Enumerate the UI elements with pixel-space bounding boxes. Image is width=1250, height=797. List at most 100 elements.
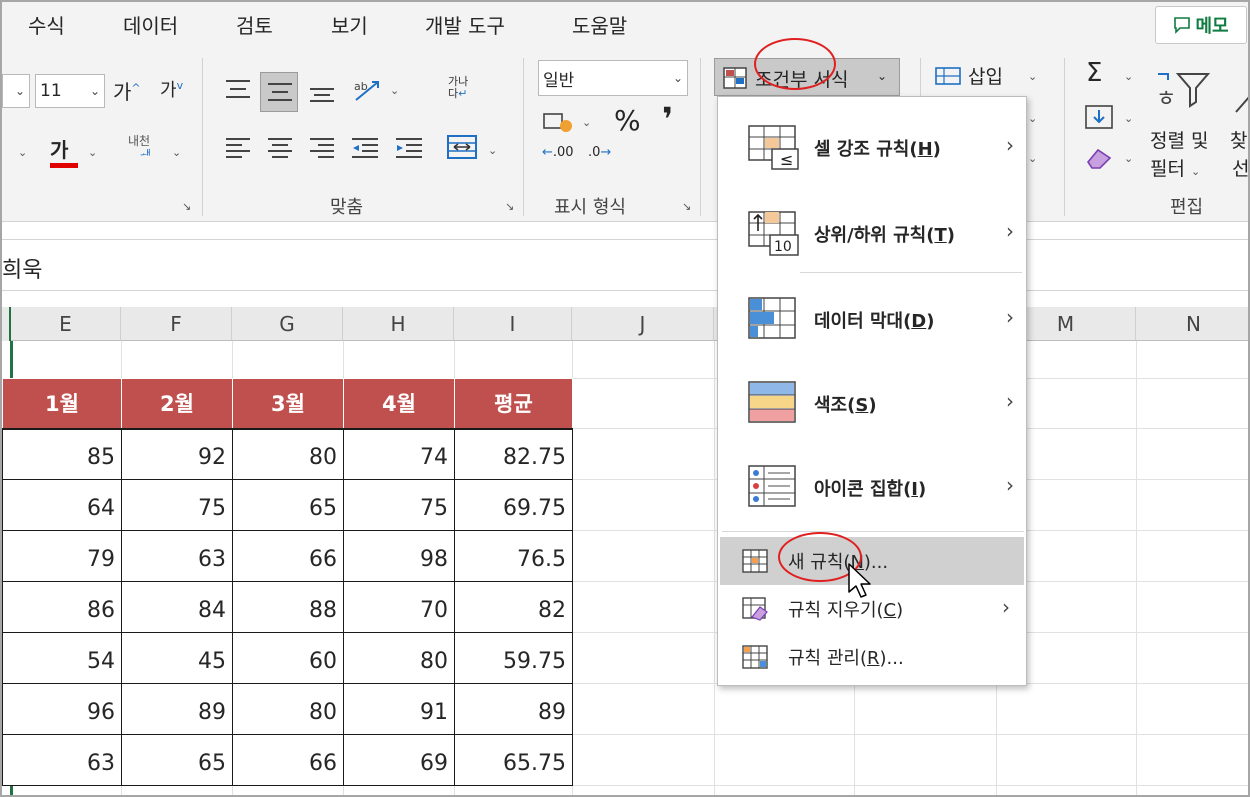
column-header-d-edge[interactable] <box>2 307 11 341</box>
column-header-g[interactable]: G <box>232 307 343 341</box>
table-cell[interactable]: 75 <box>121 479 233 531</box>
table-cell[interactable]: 45 <box>121 632 233 684</box>
chevron-down-icon[interactable]: ⌄ <box>172 146 181 159</box>
table-cell[interactable]: 54 <box>2 632 122 684</box>
shrink-font-button[interactable]: 가v <box>160 76 183 102</box>
formula-bar[interactable]: 희욱 <box>2 239 1248 291</box>
table-cell[interactable]: 69 <box>343 734 455 786</box>
chevron-down-icon[interactable]: ⌄ <box>1028 112 1037 125</box>
table-header-cell[interactable]: 평균 <box>454 378 573 430</box>
table-cell[interactable]: 63 <box>121 530 233 582</box>
table-cell[interactable]: 89 <box>454 683 573 735</box>
align-bottom-icon[interactable] <box>308 82 336 104</box>
align-top-icon[interactable] <box>224 78 252 100</box>
table-cell[interactable]: 98 <box>343 530 455 582</box>
font-color-button[interactable]: 가 <box>50 134 78 168</box>
chevron-down-icon[interactable]: ⌄ <box>390 84 399 97</box>
table-cell[interactable]: 91 <box>343 683 455 735</box>
table-cell[interactable]: 80 <box>232 428 344 480</box>
table-cell[interactable]: 85 <box>2 428 122 480</box>
table-cell[interactable]: 63 <box>2 734 122 786</box>
table-cell[interactable]: 75 <box>343 479 455 531</box>
grow-font-button[interactable]: 가^ <box>113 76 141 105</box>
align-left-icon[interactable] <box>224 136 252 160</box>
font-size-dropdown[interactable]: 11 ⌄ <box>35 74 105 108</box>
align-right-icon[interactable] <box>308 136 336 160</box>
fill-icon[interactable] <box>1084 104 1114 130</box>
font-name-dropdown[interactable]: ⌄ <box>2 74 30 108</box>
table-cell[interactable]: 59.75 <box>454 632 573 684</box>
tab-view[interactable]: 보기 <box>331 10 368 39</box>
tab-help[interactable]: 도움말 <box>572 10 627 39</box>
chevron-down-icon[interactable]: ⌄ <box>1028 70 1037 83</box>
clear-eraser-icon[interactable] <box>1084 146 1114 170</box>
table-cell[interactable]: 82.75 <box>454 428 573 480</box>
table-header-cell[interactable]: 3월 <box>232 378 344 430</box>
column-header-f[interactable]: F <box>121 307 232 341</box>
tab-data[interactable]: 데이터 <box>123 10 178 39</box>
chevron-down-icon[interactable]: ⌄ <box>1124 112 1133 125</box>
sort-filter-label-top[interactable]: 정렬 및 <box>1150 126 1208 153</box>
find-select-label-top[interactable]: 찾 <box>1230 126 1247 153</box>
menu-item-data-bars[interactable]: 데이터 막대(D) › <box>718 277 1028 361</box>
table-header-cell[interactable]: 1월 <box>2 378 122 430</box>
accounting-format-icon[interactable] <box>542 110 576 134</box>
menu-item-manage-rules[interactable]: 규칙 관리(R)... <box>720 633 1024 681</box>
chevron-down-icon[interactable]: ⌄ <box>488 144 497 157</box>
insert-cells-icon[interactable] <box>934 64 962 88</box>
table-cell[interactable]: 70 <box>343 581 455 633</box>
percent-style-button[interactable]: % <box>614 104 641 137</box>
column-header-i[interactable]: I <box>454 307 572 341</box>
chevron-down-icon[interactable]: ⌄ <box>1124 70 1133 83</box>
tab-developer[interactable]: 개발 도구 <box>425 10 505 39</box>
table-cell[interactable]: 84 <box>121 581 233 633</box>
table-cell[interactable]: 88 <box>232 581 344 633</box>
table-cell[interactable]: 96 <box>2 683 122 735</box>
autosum-icon[interactable]: Σ <box>1086 58 1102 88</box>
table-cell[interactable]: 66 <box>232 530 344 582</box>
table-cell[interactable]: 89 <box>121 683 233 735</box>
column-header-j[interactable]: J <box>572 307 714 341</box>
table-cell[interactable]: 82 <box>454 581 573 633</box>
table-cell[interactable]: 76.5 <box>454 530 573 582</box>
increase-decimal-button[interactable]: ←.00 <box>542 146 574 160</box>
comma-style-button[interactable]: ❜ <box>662 100 673 138</box>
borders-dropdown-arrow[interactable]: ⌄ <box>18 146 27 159</box>
table-cell[interactable]: 60 <box>232 632 344 684</box>
insert-cells-label[interactable]: 삽입 <box>968 62 1003 89</box>
find-select-label-bottom[interactable]: 선 <box>1232 154 1248 181</box>
dialog-launcher-icon[interactable]: ↘ <box>682 200 691 213</box>
menu-item-icon-sets[interactable]: 아이콘 집합(I) › <box>718 445 1028 529</box>
table-cell[interactable]: 65 <box>121 734 233 786</box>
tab-review[interactable]: 검토 <box>236 10 273 39</box>
table-cell[interactable]: 66 <box>232 734 344 786</box>
table-cell[interactable]: 69.75 <box>454 479 573 531</box>
decrease-decimal-button[interactable]: .0→ <box>588 146 611 160</box>
table-cell[interactable]: 65.75 <box>454 734 573 786</box>
chevron-down-icon[interactable]: ⌄ <box>1124 152 1133 165</box>
column-header-n[interactable]: N <box>1136 307 1248 341</box>
memo-button[interactable]: 메모 <box>1155 6 1247 44</box>
dialog-launcher-icon[interactable]: ↘ <box>505 200 514 213</box>
tab-formulas[interactable]: 수식 <box>28 10 65 39</box>
column-header-h[interactable]: H <box>343 307 454 341</box>
table-header-cell[interactable]: 2월 <box>121 378 233 430</box>
menu-item-clear-rules[interactable]: 규칙 지우기(C) › <box>720 585 1024 633</box>
menu-item-new-rule[interactable]: 새 규칙(N)... <box>720 537 1024 585</box>
menu-item-top-bottom-rules[interactable]: 10 상위/하위 규칙(T) › <box>718 191 1028 275</box>
table-header-cell[interactable]: 4월 <box>343 378 455 430</box>
merge-center-icon[interactable] <box>446 134 478 160</box>
column-header-e[interactable]: E <box>11 307 121 341</box>
number-format-dropdown[interactable]: 일반 ⌄ <box>538 60 688 96</box>
wrap-text-button[interactable]: 가나 다↵ <box>448 76 468 100</box>
align-middle-button[interactable] <box>260 72 298 112</box>
find-select-icon[interactable] <box>1234 74 1250 114</box>
chevron-down-icon[interactable]: ⌄ <box>1028 152 1037 165</box>
chevron-down-icon[interactable]: ⌄ <box>88 146 97 159</box>
sort-filter-label-bottom[interactable]: 필터 ⌄ <box>1150 154 1200 181</box>
chevron-down-icon[interactable]: ⌄ <box>582 116 591 129</box>
menu-item-color-scales[interactable]: 색조(S) › <box>718 361 1028 445</box>
menu-item-highlight-cells-rules[interactable]: ≤ 셀 강조 규칙(H) › <box>718 105 1028 189</box>
table-cell[interactable]: 64 <box>2 479 122 531</box>
table-cell[interactable]: 79 <box>2 530 122 582</box>
